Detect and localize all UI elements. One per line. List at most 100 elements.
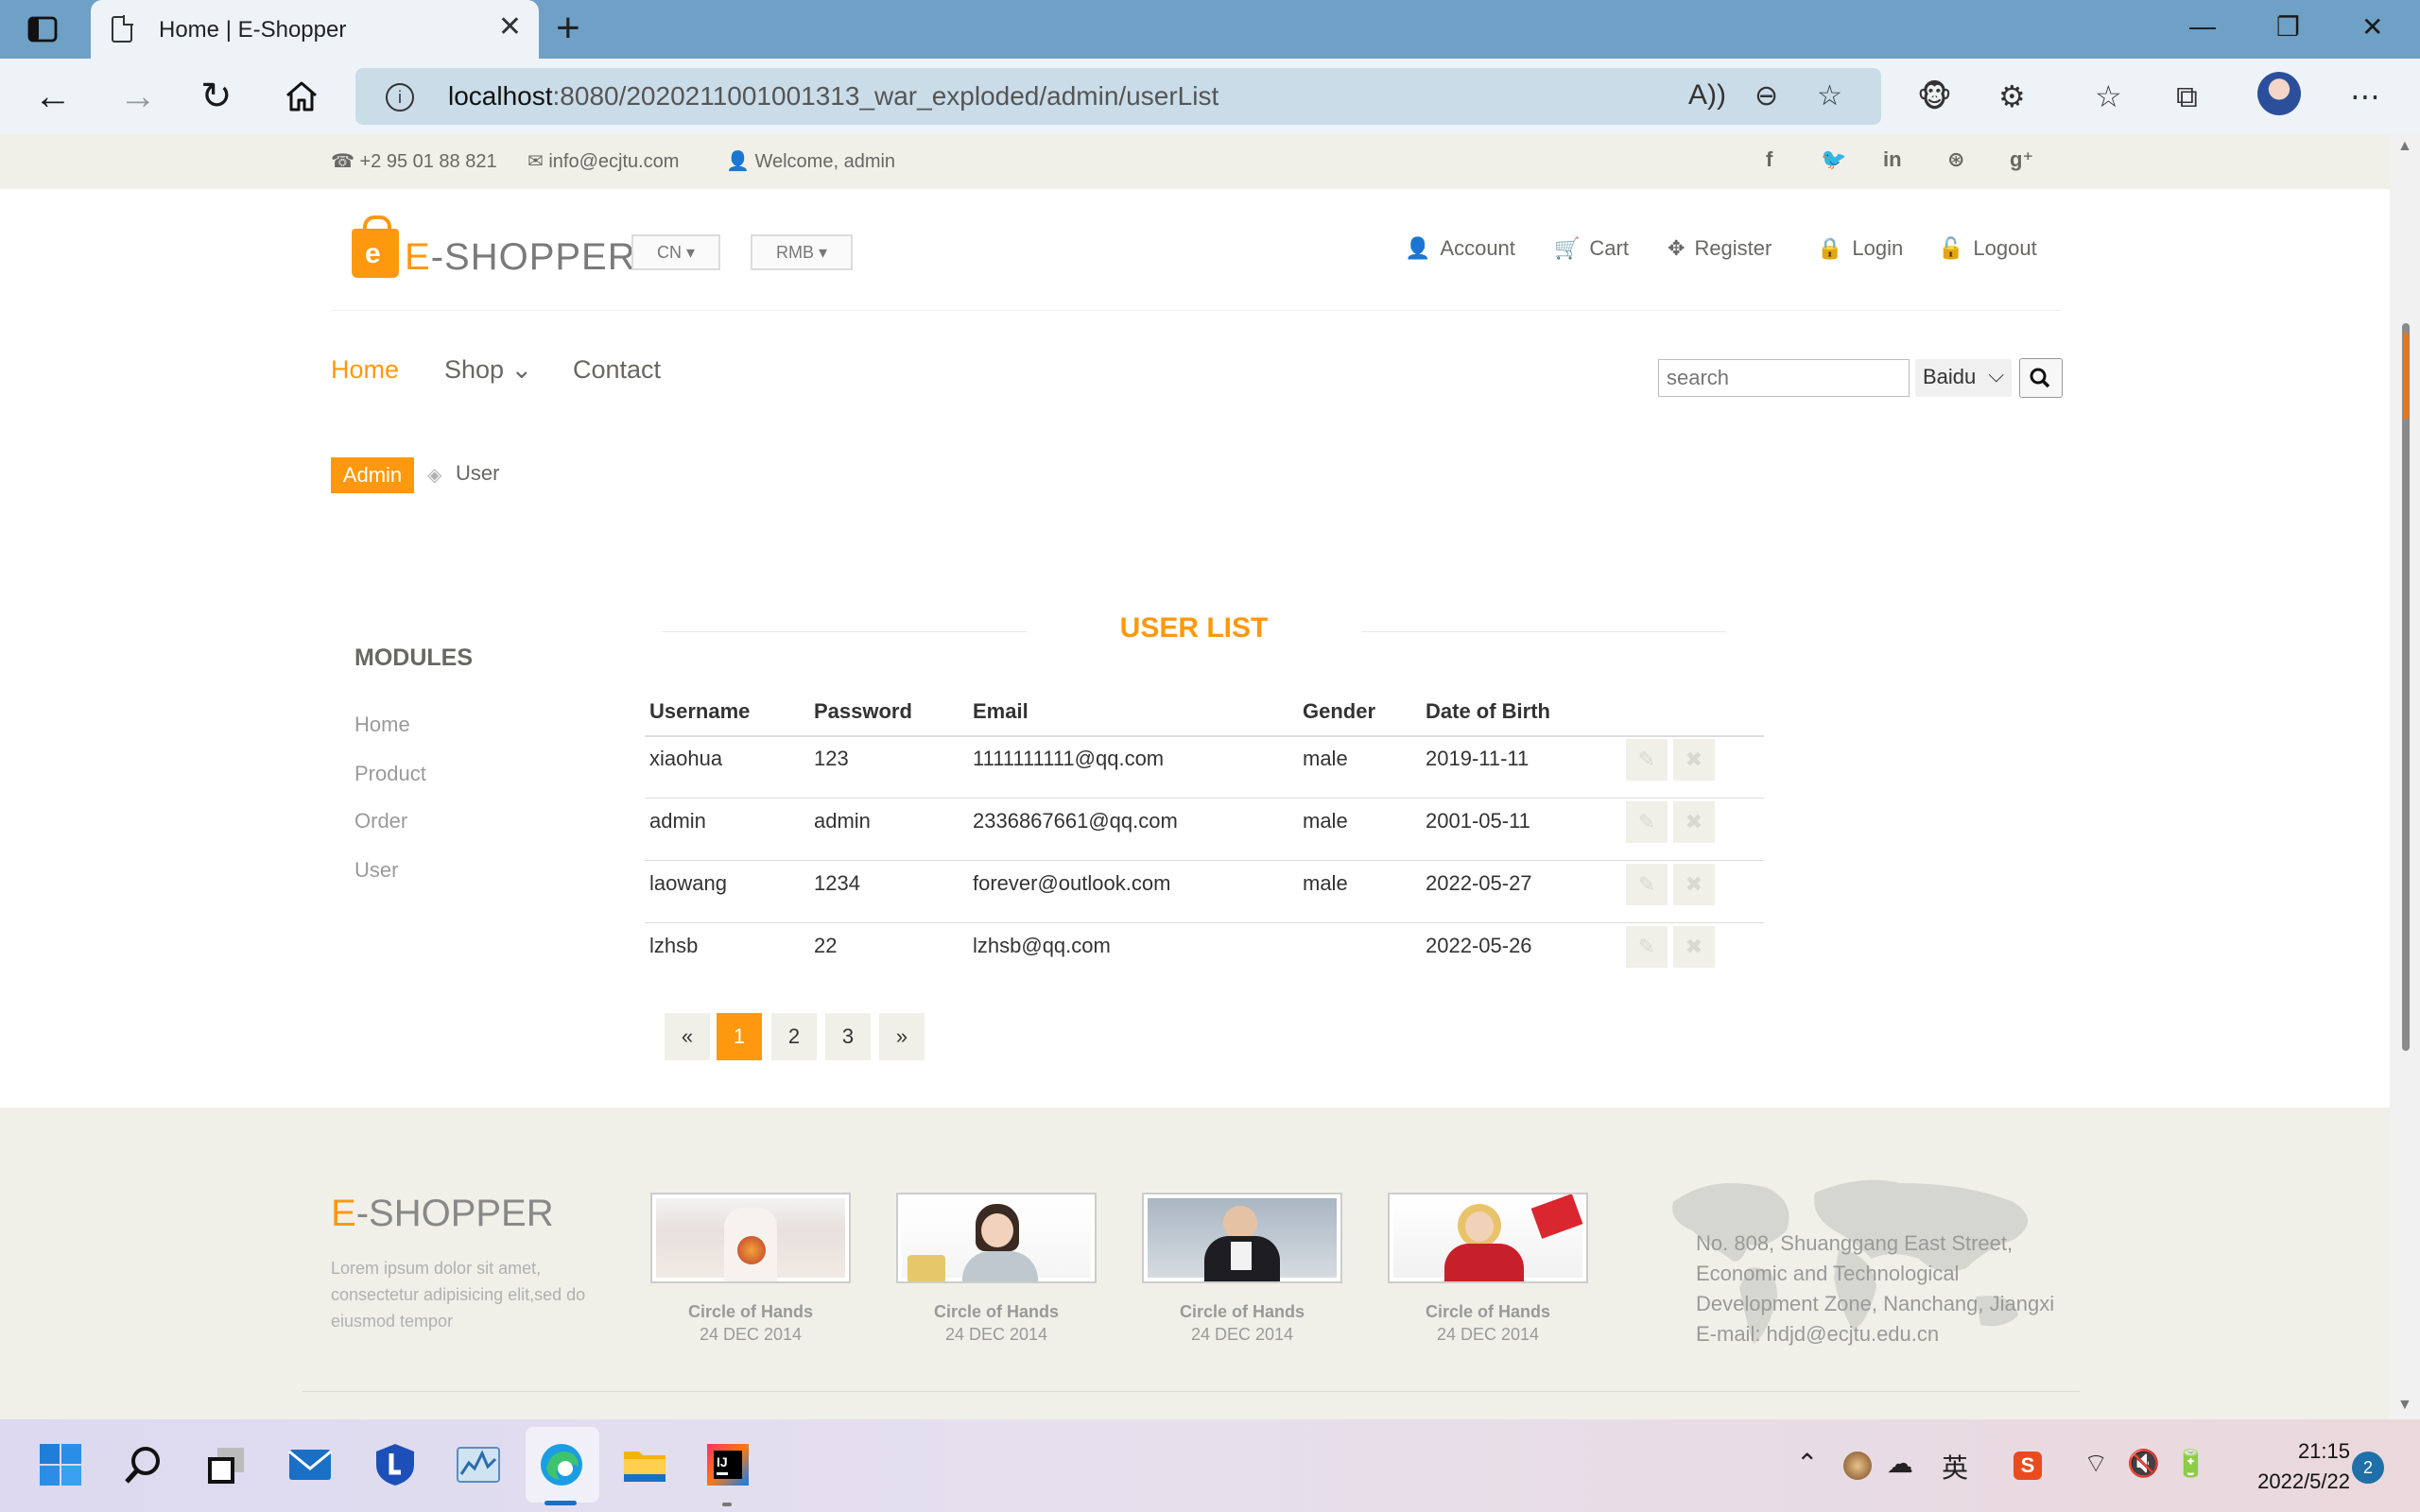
add-favorite-icon[interactable]: ☆ [1817,79,1842,112]
start-menu-icon[interactable] [36,1440,85,1489]
sogou-input-icon[interactable]: S [2014,1452,2042,1480]
logout-link[interactable]: 🔓 Logout [1938,236,2037,261]
edit-icon[interactable]: ✎ [1626,739,1668,781]
edit-icon[interactable]: ✎ [1626,864,1668,905]
forward-icon[interactable]: → [119,76,157,117]
search-icon [2030,368,2050,388]
site-info-icon[interactable]: i [386,83,414,112]
read-aloud-icon[interactable]: A)) [1688,79,1726,112]
nav-home[interactable]: Home [331,355,399,385]
volume-muted-icon[interactable]: 🔇 [2127,1448,2160,1479]
delete-icon[interactable]: ✖ [1673,801,1715,843]
page-3[interactable]: 3 [825,1013,871,1060]
zoom-out-icon[interactable]: ⊖ [1754,79,1778,112]
file-explorer-icon[interactable] [620,1440,669,1489]
back-icon[interactable]: ← [34,76,72,117]
sidebar-item-home[interactable]: Home [354,713,410,737]
page-prev[interactable]: « [665,1013,710,1060]
task-view-icon[interactable] [202,1440,251,1489]
scroll-up-icon[interactable]: ▲ [2397,138,2412,155]
sidebar-item-product[interactable]: Product [354,762,426,786]
account-link[interactable]: 👤 Account [1405,236,1515,261]
extension-monkey-icon[interactable]: 🐵 [1917,79,1952,113]
search-button[interactable] [2019,358,2063,398]
resource-monitor-icon[interactable] [454,1440,503,1489]
facebook-icon[interactable]: f [1766,147,1772,172]
active-tab[interactable]: Home | E-Shopper ✕ [91,0,539,59]
cart-link[interactable]: 🛒 Cart [1554,236,1629,261]
email-contact[interactable]: ✉ info@ecjtu.com [527,149,679,173]
shopping-bag-icon: e [352,215,399,278]
page-next[interactable]: » [879,1013,925,1060]
extensions-icon[interactable]: ⚙ [1998,79,2026,113]
google-plus-icon[interactable]: g⁺ [2010,147,2033,172]
address-line: No. 808, Shuanggang East Street, [1696,1231,2014,1255]
nav-contact[interactable]: Contact [573,355,661,385]
video-thumbnail[interactable] [896,1193,1097,1283]
nav-shop[interactable]: Shop ⌄ [444,355,532,385]
address-email[interactable]: E-mail: hdjd@ecjtu.edu.cn [1696,1319,2093,1349]
onedrive-cloud-icon[interactable]: ☁ [1887,1448,1913,1479]
twitter-icon[interactable]: 🐦 [1821,147,1846,172]
input-method-indicator[interactable]: 英 [1942,1448,1968,1486]
sidebar-item-order[interactable]: Order [354,809,407,833]
restore-icon[interactable]: ❐ [2276,11,2300,43]
register-link[interactable]: ✥ Register [1668,236,1772,261]
search-icon[interactable] [119,1440,168,1489]
login-link[interactable]: 🔒 Login [1817,236,1903,261]
system-clock[interactable]: 21:15 2022/5/22 [2233,1436,2350,1497]
chevron-up-icon[interactable]: ⌃ [1796,1448,1818,1479]
home-icon[interactable] [284,79,320,113]
logo-text: E-SHOPPER [405,236,636,278]
close-tab-icon[interactable]: ✕ [498,13,522,42]
scrollbar-thumb[interactable] [2402,323,2410,1051]
edit-icon[interactable]: ✎ [1626,801,1668,843]
breadcrumb-admin[interactable]: Admin [331,457,414,493]
video-thumbnail[interactable] [1388,1193,1588,1283]
notification-badge[interactable]: 2 [2352,1452,2384,1484]
dribbble-icon[interactable]: ⊛ [1947,147,1964,172]
video-thumbnail[interactable] [650,1193,851,1283]
window-close-icon[interactable]: ✕ [2361,11,2383,43]
page-scrollbar[interactable]: ▲ ▼ [2390,134,2420,1419]
wifi-icon[interactable]: ⌔ [2083,1448,2108,1481]
url-text[interactable]: localhost:8080/2020211001001313_war_expl… [448,81,1219,112]
row-divider [645,860,1764,861]
search-engine-select[interactable]: Baidu ⌵ [1915,359,2012,397]
scroll-down-icon[interactable]: ▼ [2397,1397,2412,1414]
intellij-idea-icon[interactable]: IJ [703,1440,752,1489]
cell-username: lzhsb [649,934,699,957]
address-bar[interactable]: i localhost:8080/2020211001001313_war_ex… [355,68,1881,125]
page-1[interactable]: 1 [717,1013,762,1060]
battery-charging-icon[interactable]: 🔋 [2174,1448,2207,1479]
more-menu-icon[interactable]: ⋯ [2350,79,2380,113]
delete-icon[interactable]: ✖ [1673,739,1715,781]
tab-actions-icon[interactable] [26,13,59,45]
video-thumbnail[interactable] [1142,1193,1342,1283]
linkedin-icon[interactable]: in [1883,147,1902,172]
refresh-icon[interactable]: ↻ [200,76,233,117]
chevron-down-icon: ⌵ [1988,363,2004,387]
sidebar-item-user[interactable]: User [354,858,398,883]
video-caption: Circle of Hands 24 DEC 2014 [1179,1302,1305,1344]
edit-icon[interactable]: ✎ [1626,926,1668,968]
minimize-icon[interactable]: — [2189,11,2216,42]
delete-icon[interactable]: ✖ [1673,864,1715,905]
cell-gender: male [1303,809,1348,833]
mail-icon[interactable] [285,1440,335,1489]
new-tab-icon[interactable]: + [556,8,580,49]
edge-browser-icon[interactable] [537,1440,586,1489]
currency-dropdown[interactable]: RMB ▾ [751,234,853,270]
search-input[interactable] [1658,359,1910,397]
language-dropdown[interactable]: CN ▾ [631,234,720,270]
col-email: Email [973,699,1028,723]
profile-avatar[interactable] [2257,72,2301,115]
security-shield-icon[interactable] [371,1440,420,1489]
cell-username: laowang [649,871,727,895]
collections-icon[interactable]: ⧉ [2176,79,2198,113]
cell-password: 123 [814,747,849,770]
tray-app-icon[interactable] [1843,1452,1872,1480]
favorites-icon[interactable]: ☆ [2095,79,2122,113]
delete-icon[interactable]: ✖ [1673,926,1715,968]
page-2[interactable]: 2 [771,1013,817,1060]
